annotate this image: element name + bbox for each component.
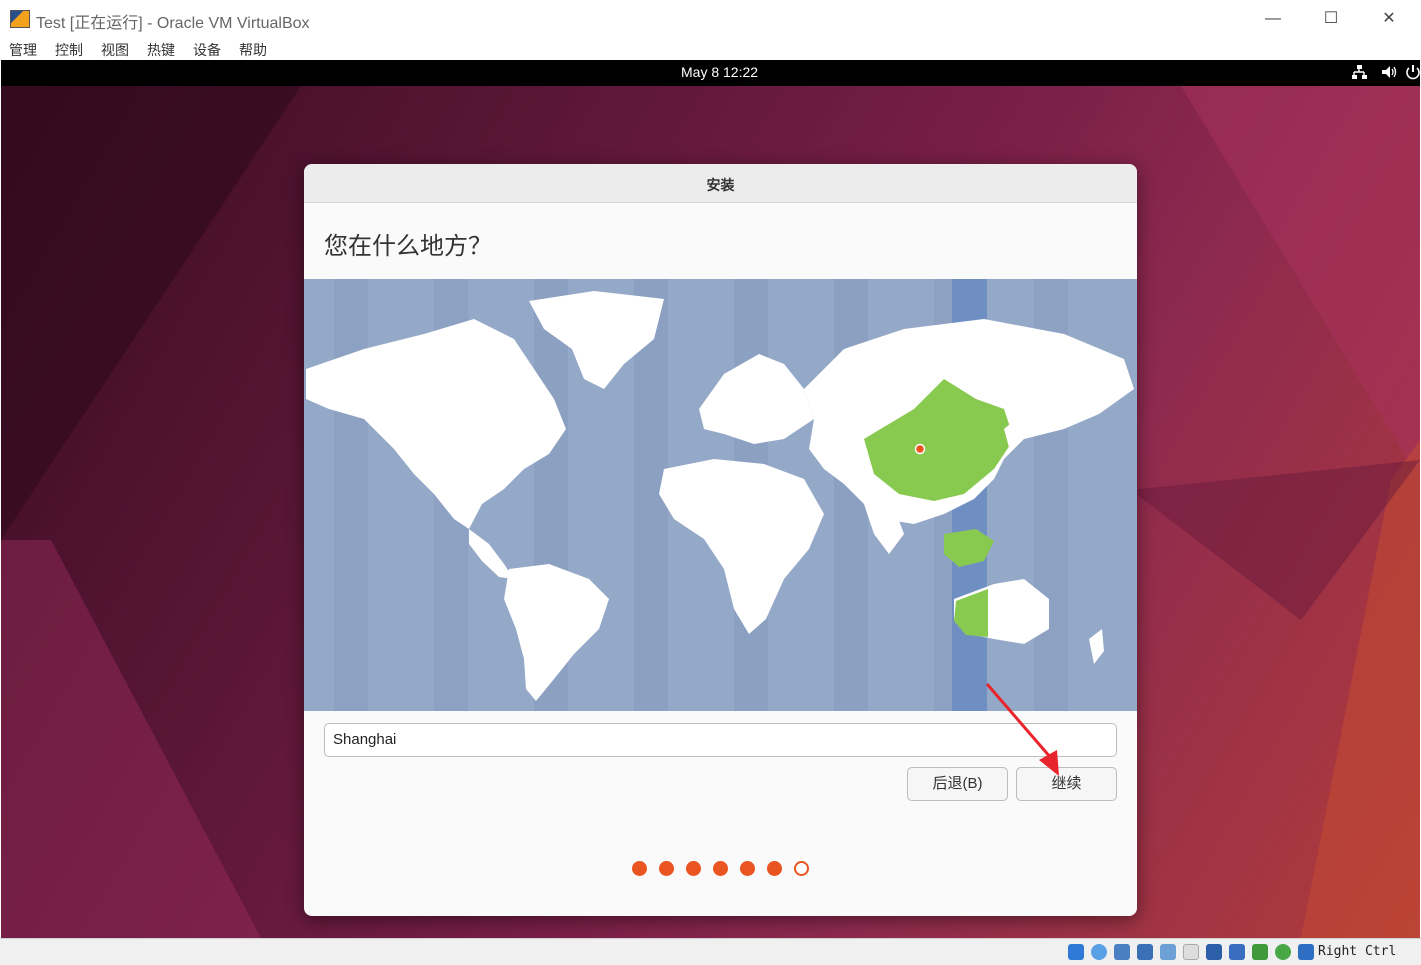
host-status-bar: Right Ctrl: [0, 938, 1421, 965]
audio-icon[interactable]: [1114, 944, 1130, 960]
menu-manage[interactable]: 管理: [9, 40, 37, 60]
progress-dot: [767, 861, 782, 876]
progress-dot: [740, 861, 755, 876]
progress-dot: [686, 861, 701, 876]
dialog-title: 安装: [706, 177, 735, 193]
menu-hotkeys[interactable]: 热键: [147, 40, 175, 60]
menu-control[interactable]: 控制: [55, 40, 83, 60]
vt-x-icon[interactable]: [1252, 944, 1268, 960]
progress-dot: [713, 861, 728, 876]
menu-view[interactable]: 视图: [101, 40, 129, 60]
guest-clock[interactable]: May 8 12:22: [681, 64, 758, 80]
page-question: 您在什么地方？: [324, 233, 492, 260]
display-icon[interactable]: [1206, 944, 1222, 960]
menu-devices[interactable]: 设备: [193, 40, 221, 60]
network-adapter-icon[interactable]: [1137, 944, 1153, 960]
annotation-arrow: [985, 683, 1059, 776]
shared-folders-icon[interactable]: [1183, 944, 1199, 960]
usb-icon[interactable]: [1160, 944, 1176, 960]
progress-dot: [659, 861, 674, 876]
timezone-map[interactable]: [304, 279, 1137, 711]
host-menu-bar: 管理 控制 视图 热键 设备 帮助: [0, 38, 1421, 60]
location-pin-icon: [914, 443, 926, 455]
installer-dialog: 安装 您在什么地方？ Shanghai 后退(B) 继续: [304, 164, 1137, 916]
recording-icon[interactable]: [1229, 944, 1245, 960]
world-map-graphic[interactable]: [304, 279, 1137, 711]
progress-dot-current: [794, 861, 809, 876]
virtualbox-app-icon: [10, 10, 30, 28]
dialog-header: 安装: [304, 164, 1137, 203]
volume-icon[interactable]: [1381, 64, 1397, 80]
progress-dot: [632, 861, 647, 876]
minimize-button[interactable]: —: [1250, 6, 1296, 32]
mouse-integration-icon[interactable]: [1275, 944, 1291, 960]
maximize-button[interactable]: ☐: [1308, 6, 1354, 32]
harddisk-icon[interactable]: [1068, 944, 1084, 960]
power-icon[interactable]: [1405, 64, 1420, 80]
host-title-bar: Test [正在运行] - Oracle VM VirtualBox — ☐ ✕: [0, 0, 1421, 38]
optical-drive-icon[interactable]: [1091, 944, 1107, 960]
host-key-label: Right Ctrl: [1318, 944, 1397, 959]
window-title: Test [正在运行] - Oracle VM VirtualBox: [36, 15, 310, 32]
close-button[interactable]: ✕: [1366, 6, 1412, 32]
guest-top-bar: May 8 12:22: [1, 60, 1420, 86]
guest-screen[interactable]: May 8 12:22 安装 您在什么地方？ Shanghai 后退(B) 继续: [1, 60, 1420, 938]
network-icon[interactable]: [1351, 64, 1367, 80]
keyboard-capture-icon[interactable]: [1298, 944, 1314, 960]
menu-help[interactable]: 帮助: [239, 40, 267, 60]
